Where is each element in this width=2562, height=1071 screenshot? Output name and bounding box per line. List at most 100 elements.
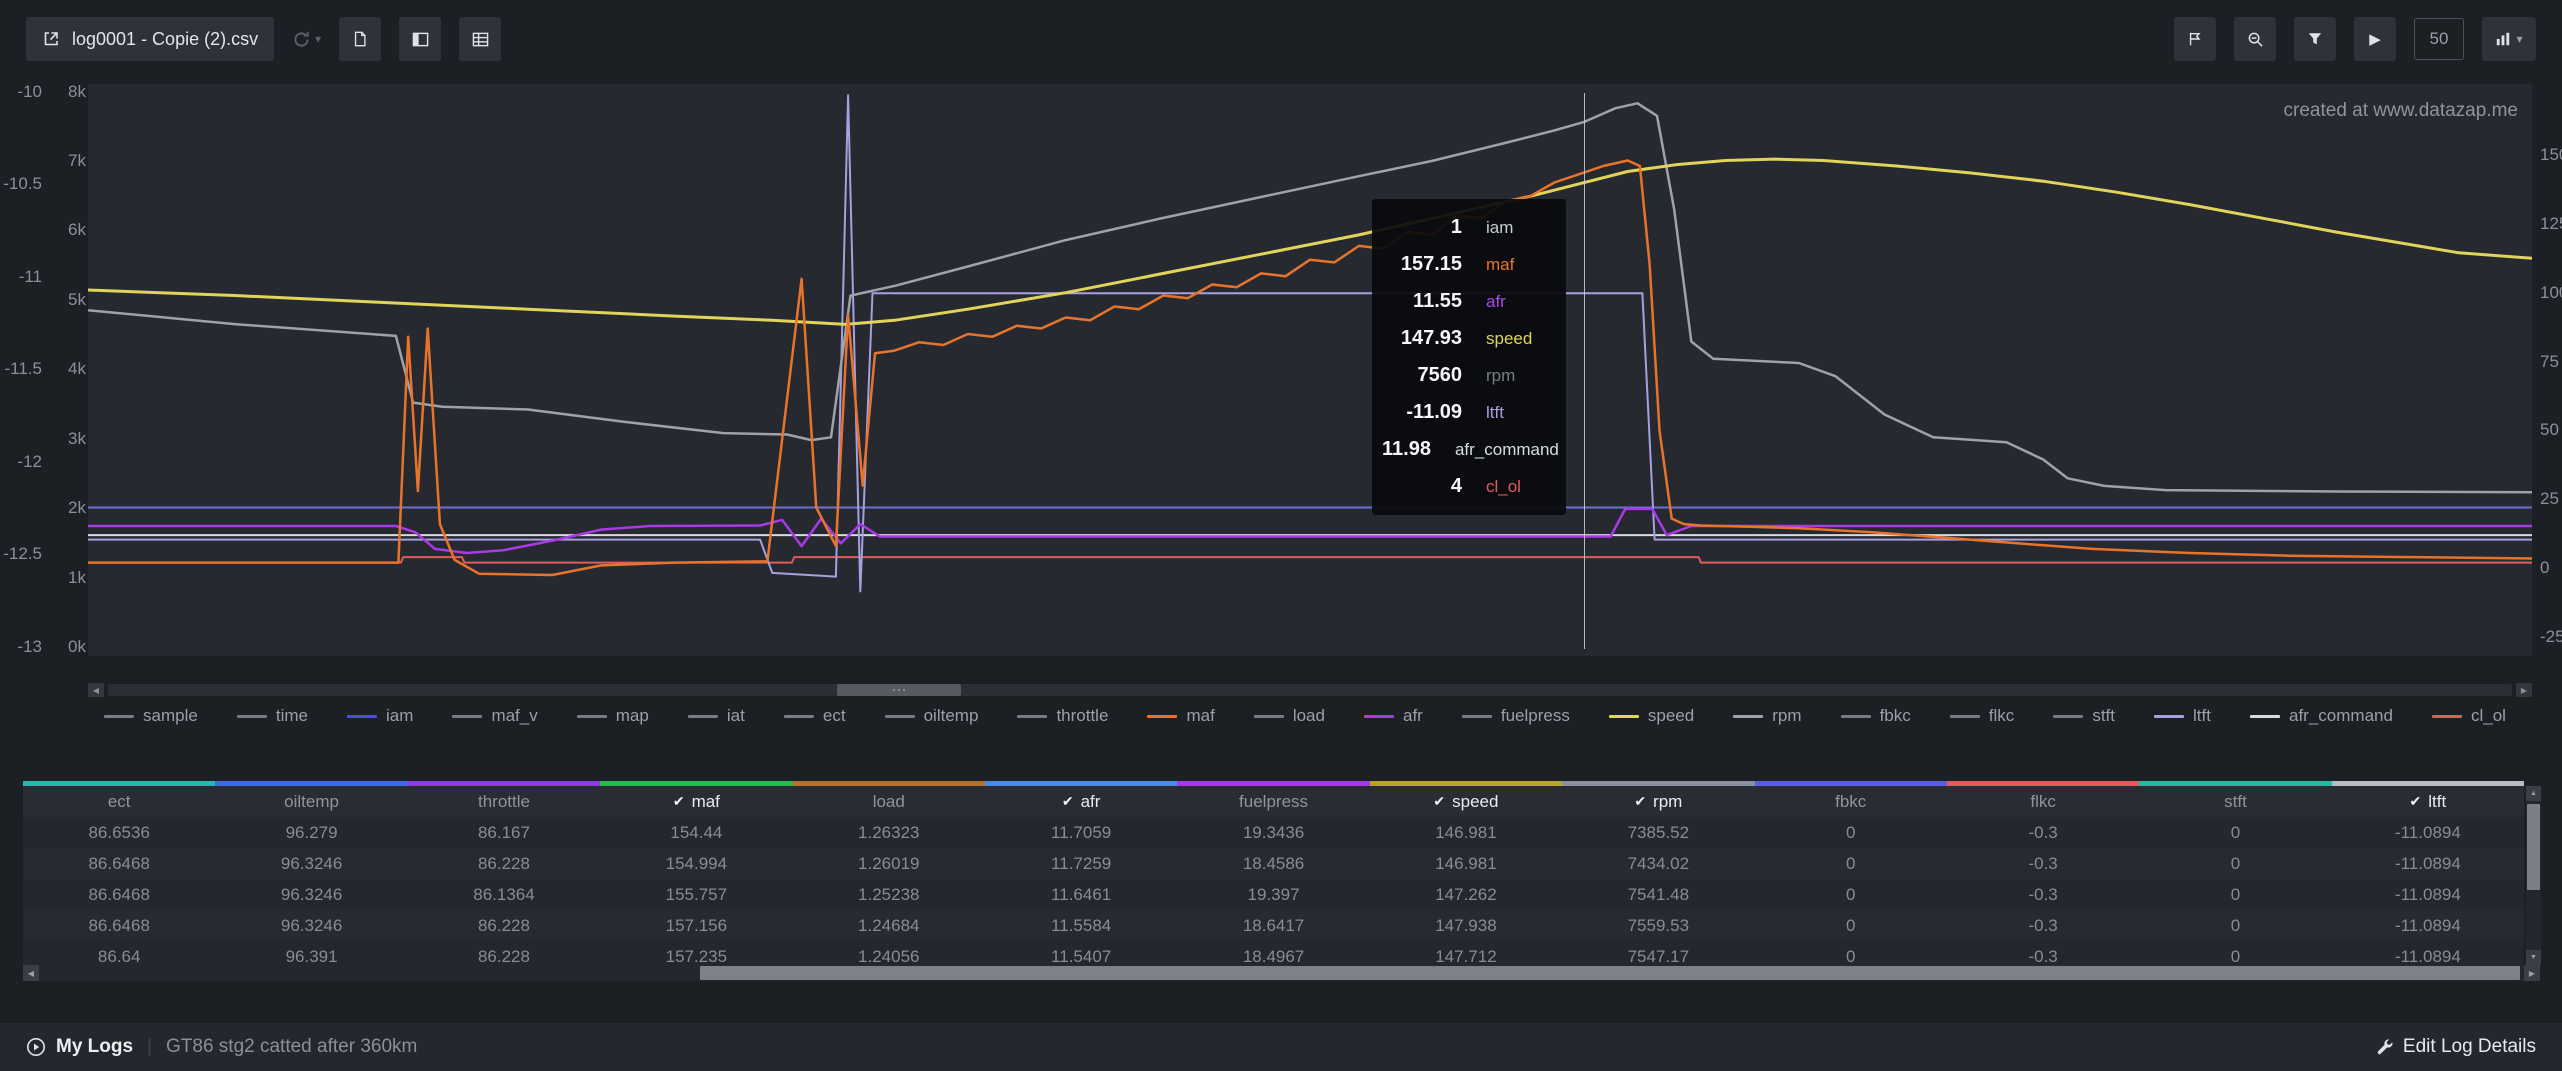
table-vscroll-thumb[interactable] (2527, 804, 2540, 890)
table-cell: 19.3436 (1177, 817, 1369, 848)
edit-log-details-button[interactable]: Edit Log Details (2376, 1036, 2536, 1058)
legend-item-sample[interactable]: sample (104, 706, 198, 726)
table-row[interactable]: 86.646896.324686.228157.1561.2468411.558… (23, 910, 2524, 941)
legend-item-iat[interactable]: iat (688, 706, 745, 726)
check-icon: ✔ (1634, 793, 1646, 810)
legend-swatch (1462, 715, 1492, 718)
column-header-throttle[interactable]: throttle (408, 786, 600, 817)
table-row[interactable]: 86.646896.324686.228154.9941.2601911.725… (23, 848, 2524, 879)
my-logs-icon (26, 1037, 46, 1057)
legend-item-flkc[interactable]: flkc (1950, 706, 2015, 726)
range-scrollbar-track[interactable] (108, 684, 2512, 696)
flag-button[interactable] (2174, 17, 2216, 61)
table-row[interactable]: 86.653696.27986.167154.441.2632311.70591… (23, 817, 2524, 848)
table-cell: 0 (1755, 817, 1947, 848)
table-cell: 11.5584 (985, 910, 1177, 941)
table-scroll-right-icon[interactable]: ▶ (2524, 965, 2540, 981)
legend-swatch (1609, 715, 1639, 718)
table-hscroll-thumb[interactable] (700, 966, 2520, 980)
log-chart[interactable] (88, 84, 2532, 656)
range-scrollbar-thumb[interactable] (837, 684, 961, 696)
filter-button[interactable] (2294, 17, 2336, 61)
column-header-ect[interactable]: ect (23, 786, 215, 817)
column-header-flkc[interactable]: flkc (1947, 786, 2139, 817)
legend-item-oiltemp[interactable]: oiltemp (885, 706, 979, 726)
ltft-axis-tick: -10 (17, 82, 42, 102)
table-cell: 154.44 (600, 817, 792, 848)
tooltip-value: 147.93 (1382, 327, 1462, 350)
legend-item-time[interactable]: time (237, 706, 308, 726)
rpm-axis-tick: 8k (68, 82, 86, 102)
legend-item-ect[interactable]: ect (784, 706, 846, 726)
table-scroll-left-icon[interactable]: ◀ (23, 965, 39, 981)
column-header-speed[interactable]: ✔speed (1370, 786, 1562, 817)
legend-swatch (1841, 715, 1871, 718)
rpm-axis-tick: 6k (68, 220, 86, 240)
table-scroll-up-icon[interactable]: ▲ (2526, 786, 2541, 801)
column-header-afr[interactable]: ✔afr (985, 786, 1177, 817)
table-row[interactable]: 86.646896.324686.1364155.7571.2523811.64… (23, 879, 2524, 910)
column-header-ltft[interactable]: ✔ltft (2332, 786, 2524, 817)
column-header-rpm[interactable]: ✔ rpm (1562, 786, 1754, 817)
column-header-stft[interactable]: stft (2139, 786, 2331, 817)
right-axis-tick: 75 (2540, 352, 2559, 372)
legend-item-ltft[interactable]: ltft (2154, 706, 2211, 726)
toolbar-right-group: ▶ 50 ▾ (2174, 17, 2536, 61)
refresh-button[interactable]: ▾ (292, 30, 321, 49)
table-cell: 86.6468 (23, 879, 215, 910)
tooltip-row-rpm: 7560rpm (1382, 357, 1554, 394)
legend-item-map[interactable]: map (577, 706, 649, 726)
open-log-file-button[interactable]: log0001 - Copie (2).csv (26, 17, 274, 61)
layout-sidebar-button[interactable] (399, 17, 441, 61)
points-count-input[interactable]: 50 (2414, 18, 2464, 60)
column-header-load[interactable]: load (793, 786, 985, 817)
series-line-afr (88, 509, 2532, 553)
legend-item-fbkc[interactable]: fbkc (1841, 706, 1911, 726)
legend-item-afr_command[interactable]: afr_command (2250, 706, 2393, 726)
column-header-label: rpm (1653, 792, 1682, 812)
legend-item-load[interactable]: load (1254, 706, 1325, 726)
ltft-axis-tick: -11.5 (5, 359, 43, 379)
chart-type-dropdown-button[interactable]: ▾ (2482, 17, 2536, 61)
range-scroll-right-icon[interactable]: ▶ (2516, 683, 2532, 697)
series-line-ltft (88, 95, 2532, 591)
legend-item-cl_ol[interactable]: cl_ol (2432, 706, 2506, 726)
legend-swatch (577, 715, 607, 718)
series-legend: sample time iam maf_v map iat ect oiltemp thrott… (0, 706, 2562, 726)
column-header-fbkc[interactable]: fbkc (1755, 786, 1947, 817)
range-scroll-left-icon[interactable]: ◀ (88, 683, 104, 697)
legend-item-fuelpress[interactable]: fuelpress (1462, 706, 1570, 726)
zoom-out-button[interactable] (2234, 17, 2276, 61)
table-view-button[interactable] (459, 17, 501, 61)
my-logs-button[interactable]: My Logs (26, 1036, 133, 1058)
legend-label: map (616, 706, 649, 726)
check-icon: ✔ (2410, 793, 2422, 810)
new-document-button[interactable] (339, 17, 381, 61)
table-row[interactable]: 86.6496.39186.228157.2351.2405611.540718… (23, 941, 2524, 965)
column-header-fuelpress[interactable]: fuelpress (1177, 786, 1369, 817)
table-cell: 96.391 (215, 941, 407, 965)
legend-item-throttle[interactable]: throttle (1017, 706, 1108, 726)
legend-item-stft[interactable]: stft (2053, 706, 2115, 726)
legend-item-maf[interactable]: maf (1147, 706, 1214, 726)
legend-item-afr[interactable]: afr (1364, 706, 1423, 726)
right-axis-tick: 150 (2540, 145, 2562, 165)
legend-item-speed[interactable]: speed (1609, 706, 1694, 726)
table-cell: 1.25238 (793, 879, 985, 910)
legend-swatch (1254, 715, 1284, 718)
column-header-label: load (873, 792, 905, 812)
column-header-oiltemp[interactable]: oiltemp (215, 786, 407, 817)
legend-item-iam[interactable]: iam (347, 706, 413, 726)
table-cell: 86.6536 (23, 817, 215, 848)
tooltip-label: cl_ol (1486, 477, 1521, 497)
table-cell: 86.64 (23, 941, 215, 965)
legend-swatch (2432, 715, 2462, 718)
legend-item-rpm[interactable]: rpm (1733, 706, 1801, 726)
tooltip-row-afr_command: 11.98afr_command (1382, 431, 1554, 468)
legend-swatch (2053, 715, 2083, 718)
legend-item-maf_v[interactable]: maf_v (452, 706, 537, 726)
play-button[interactable]: ▶ (2354, 17, 2396, 61)
table-scroll-down-icon[interactable]: ▼ (2526, 950, 2541, 965)
column-header-maf[interactable]: ✔maf (600, 786, 792, 817)
table-cell: 86.6468 (23, 910, 215, 941)
